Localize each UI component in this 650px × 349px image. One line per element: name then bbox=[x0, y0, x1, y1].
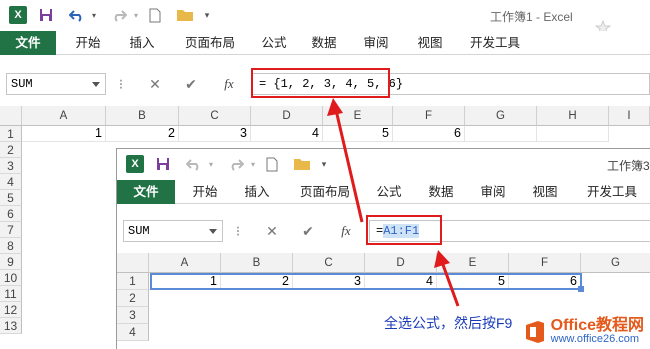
office-logo-icon bbox=[525, 320, 544, 343]
annotation-arrows bbox=[327, 98, 460, 307]
site-watermark: Office教程网 www.office26.com bbox=[517, 316, 648, 347]
arrow-to-formula-2 bbox=[434, 250, 460, 307]
watermark-url: www.office26.com bbox=[550, 333, 640, 345]
instruction-caption: 全选公式，然后按F9 bbox=[384, 315, 513, 331]
arrow-to-formula-1 bbox=[327, 98, 364, 223]
watermark-brand: Office教程网 bbox=[550, 317, 644, 334]
